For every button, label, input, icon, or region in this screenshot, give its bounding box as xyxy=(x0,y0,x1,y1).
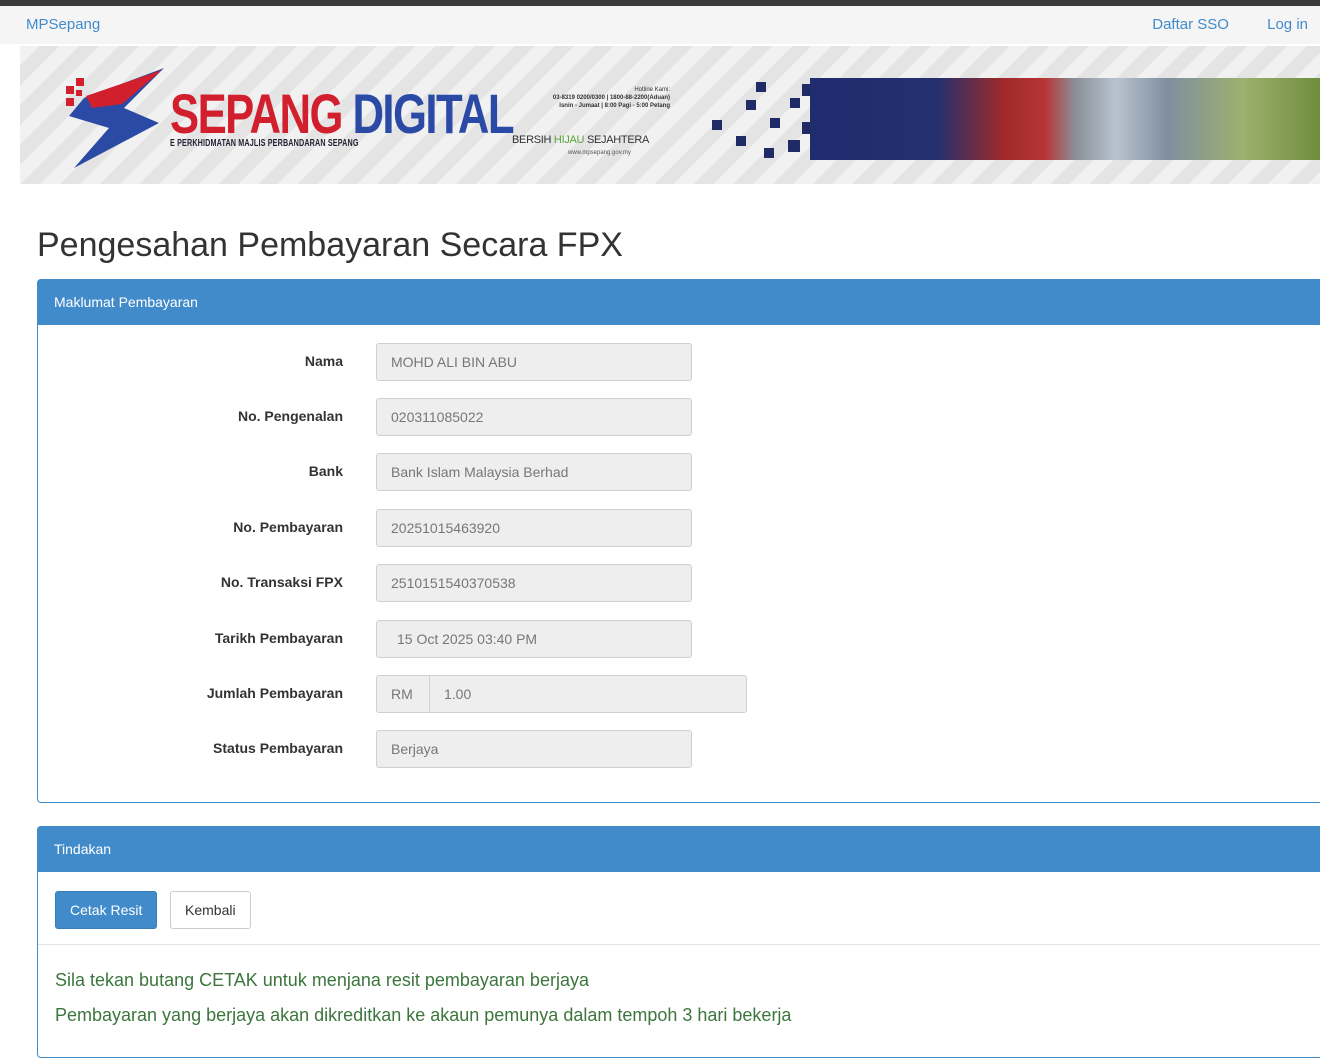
field-row-pengenalan: No. Pengenalan 020311085022 xyxy=(38,398,938,436)
tagline-url: www.mpsepang.gov.my xyxy=(568,150,631,156)
payment-panel-heading: Maklumat Pembayaran xyxy=(38,280,1320,325)
pengenalan-field[interactable]: 020311085022 xyxy=(376,398,692,436)
jumlah-value: 1.00 xyxy=(444,686,472,702)
tagline: BERSIH HIJAU SEJAHTERA xyxy=(512,134,650,146)
button-bar: Cetak Resit Kembali xyxy=(38,872,1320,945)
action-panel: Tindakan Cetak Resit Kembali Sila tekan … xyxy=(37,826,1320,1058)
field-row-jumlah: Jumlah Pembayaran RM 1.00 xyxy=(38,675,938,713)
bank-label: Bank xyxy=(308,463,343,479)
back-button[interactable]: Kembali xyxy=(170,891,251,929)
status-field[interactable]: Berjaya xyxy=(376,730,692,768)
navbar: MPSepang Daftar SSO Log in xyxy=(0,6,1320,44)
status-label: Status Pembayaran xyxy=(213,740,343,756)
transaksi-field[interactable]: 2510151540370538 xyxy=(376,564,692,602)
transaksi-label: No. Transaksi FPX xyxy=(220,574,343,590)
pembayaran-no-label: No. Pembayaran xyxy=(233,519,343,535)
header-banner: SEPANG DIGITAL E PERKHIDMATAN MAJLIS PER… xyxy=(20,46,1320,184)
brand-link[interactable]: MPSepang xyxy=(26,16,100,33)
logo-title: SEPANG DIGITAL xyxy=(170,82,515,145)
pengenalan-label: No. Pengenalan xyxy=(237,408,343,424)
building-photo xyxy=(810,78,1320,160)
field-row-pembayaran-no: No. Pembayaran 20251015463920 xyxy=(38,509,938,547)
payment-info-panel: Maklumat Pembayaran Nama MOHD ALI BIN AB… xyxy=(37,279,1320,803)
bank-field[interactable]: Bank Islam Malaysia Berhad xyxy=(376,453,692,491)
sepang-logo-icon xyxy=(66,68,164,168)
field-row-tarikh: Tarikh Pembayaran 15 Oct 2025 03:40 PM xyxy=(38,620,938,658)
logo-subtitle: E PERKHIDMATAN MAJLIS PERBANDARAN SEPANG xyxy=(170,138,359,149)
jumlah-input-group[interactable]: RM 1.00 xyxy=(376,675,747,713)
field-row-status: Status Pembayaran Berjaya xyxy=(38,730,938,768)
tarikh-field[interactable]: 15 Oct 2025 03:40 PM xyxy=(376,620,692,658)
nama-field[interactable]: MOHD ALI BIN ABU xyxy=(376,343,692,381)
login-link[interactable]: Log in xyxy=(1267,16,1308,33)
hotline-info: Hotline Kami: 03-8319 0200/0300 | 1800-8… xyxy=(552,87,670,109)
action-panel-heading: Tindakan xyxy=(38,827,1320,872)
pembayaran-no-field[interactable]: 20251015463920 xyxy=(376,509,692,547)
info-messages: Sila tekan butang CETAK untuk menjana re… xyxy=(55,963,791,1033)
nama-label: Nama xyxy=(304,353,343,369)
tarikh-label: Tarikh Pembayaran xyxy=(214,630,343,646)
info-message: Pembayaran yang berjaya akan dikreditkan… xyxy=(55,1005,792,1025)
daftar-sso-link[interactable]: Daftar SSO xyxy=(1152,16,1229,33)
field-row-transaksi: No. Transaksi FPX 2510151540370538 xyxy=(38,564,938,602)
field-row-nama: Nama MOHD ALI BIN ABU xyxy=(38,343,938,381)
nav-links: Daftar SSO Log in xyxy=(1118,16,1308,33)
jumlah-label: Jumlah Pembayaran xyxy=(206,685,343,701)
page-title: Pengesahan Pembayaran Secara FPX xyxy=(37,226,623,264)
currency-addon: RM xyxy=(377,676,430,712)
info-message: Sila tekan butang CETAK untuk menjana re… xyxy=(55,970,589,990)
print-receipt-button[interactable]: Cetak Resit xyxy=(55,891,158,929)
field-row-bank: Bank Bank Islam Malaysia Berhad xyxy=(38,453,938,491)
